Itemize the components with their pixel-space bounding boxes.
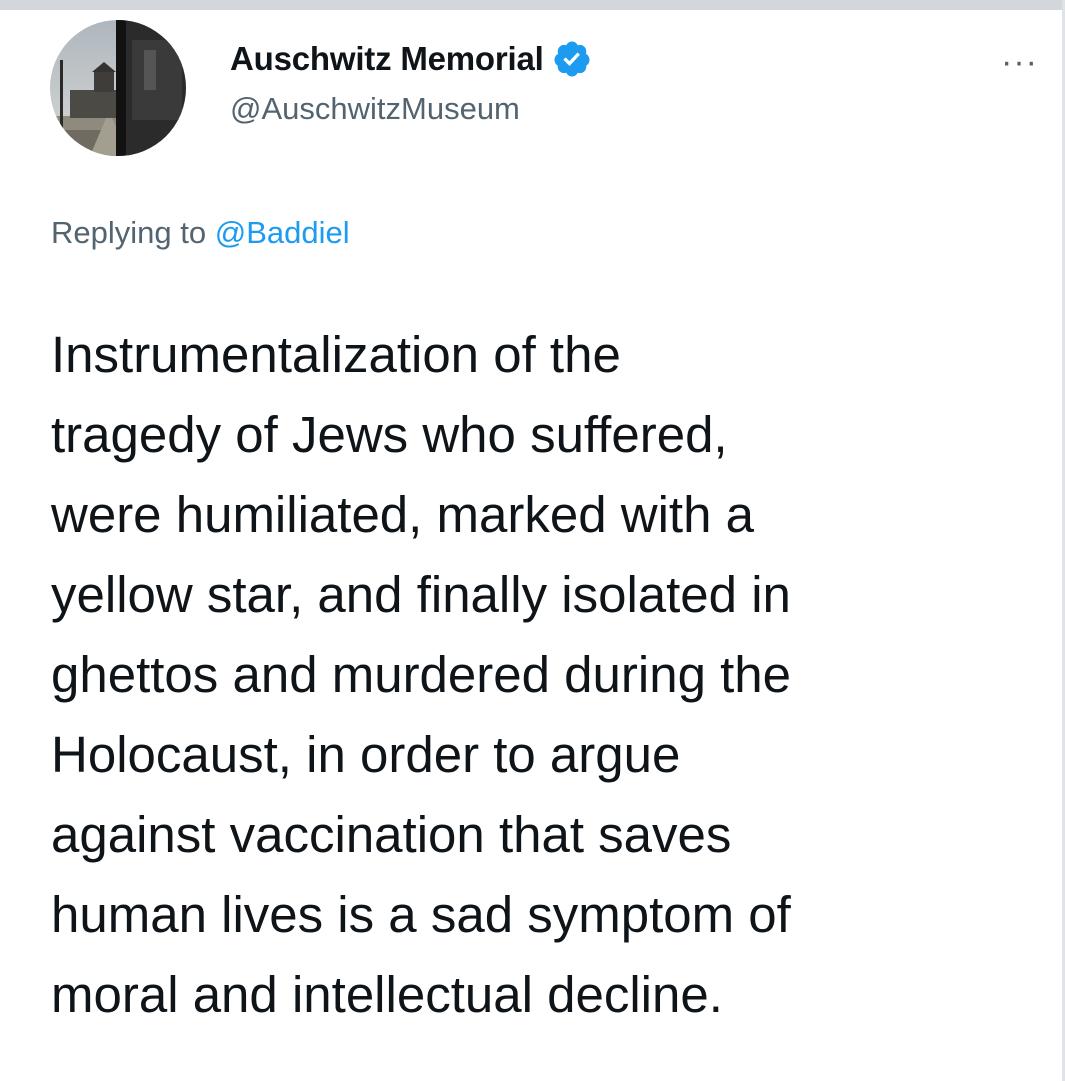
author-block: Auschwitz Memorial @AuschwitzMuseum (230, 37, 592, 127)
profile-avatar[interactable] (50, 20, 186, 156)
tweet-text: Instrumentalization of the tragedy of Je… (51, 326, 791, 1023)
screen-top-border (0, 0, 1065, 10)
verified-badge-icon (552, 39, 592, 79)
author-display-name[interactable]: Auschwitz Memorial (230, 40, 544, 78)
more-options-icon[interactable]: ··· (1001, 45, 1038, 79)
reply-mention-link[interactable]: @Baddiel (215, 215, 350, 250)
reply-context-prefix: Replying to (51, 215, 207, 250)
camp-gate-photo-avatar (50, 20, 186, 156)
tweet-card: Auschwitz Memorial @AuschwitzMuseum ··· … (0, 10, 1062, 1081)
author-name-row: Auschwitz Memorial (230, 37, 592, 81)
reply-context: Replying to @Baddiel (51, 215, 350, 251)
author-handle[interactable]: @AuschwitzMuseum (230, 91, 592, 127)
